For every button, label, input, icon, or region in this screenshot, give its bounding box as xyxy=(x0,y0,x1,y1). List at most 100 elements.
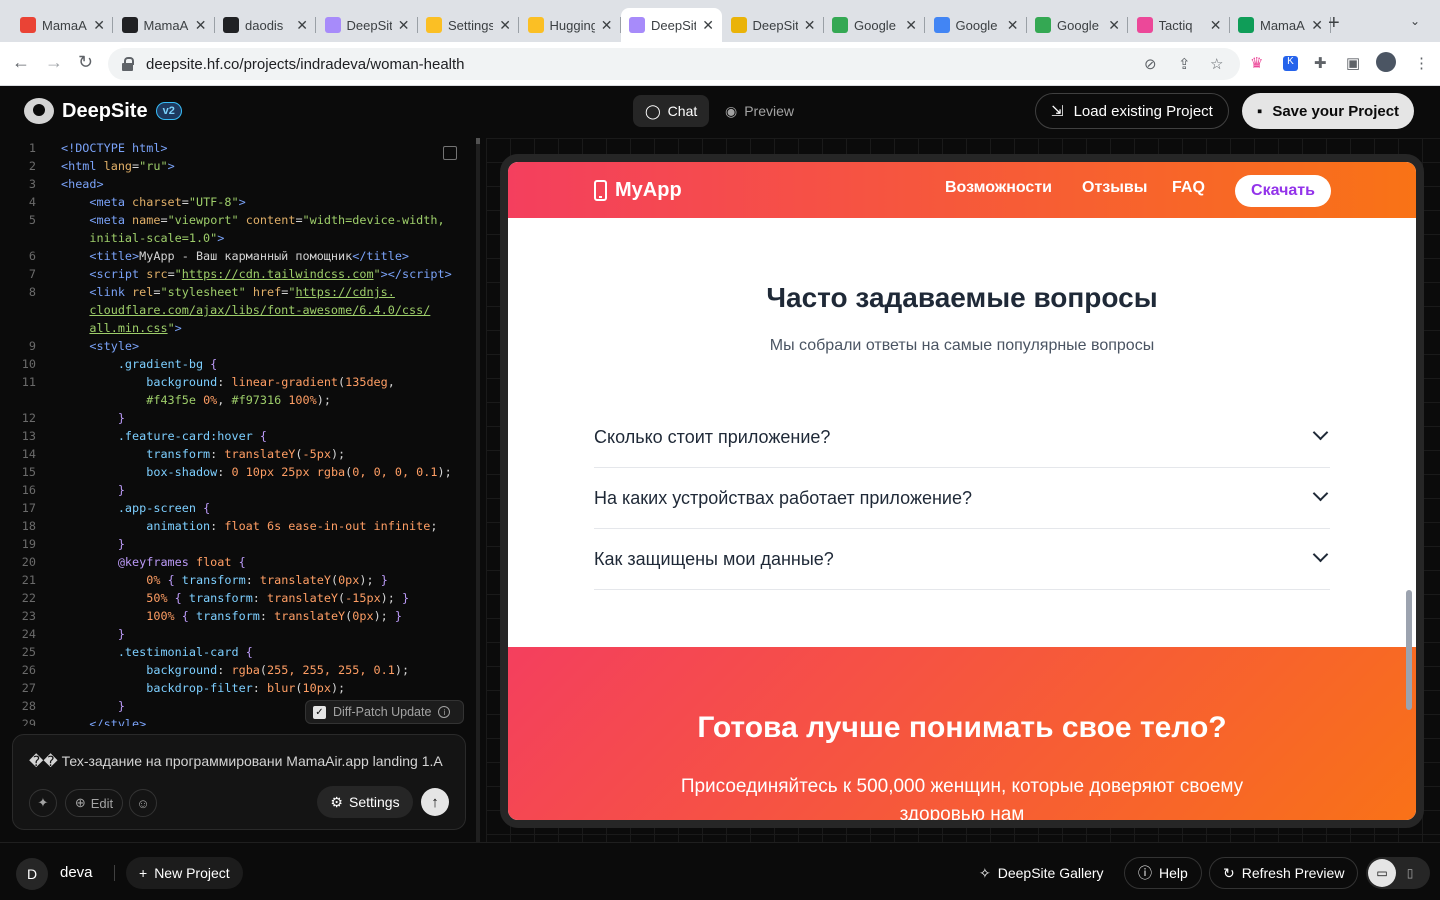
back-icon[interactable]: ← xyxy=(12,52,30,73)
code-line[interactable]: 25 .testimonial-card { xyxy=(0,643,253,661)
desktop-icon[interactable]: ▭ xyxy=(1368,859,1396,887)
refresh-preview-button[interactable]: ↻ Refresh Preview xyxy=(1209,857,1359,889)
browser-tab[interactable]: DeepSite ✕ xyxy=(317,8,418,42)
chat-tab[interactable]: ◯ Chat xyxy=(633,95,710,127)
browser-tab[interactable]: Google Meet ✕ xyxy=(824,8,925,42)
extensions-puzzle-icon[interactable]: ✚ xyxy=(1314,54,1327,72)
chrome-menu-icon[interactable]: ⋮ xyxy=(1414,54,1429,72)
close-icon[interactable]: ✕ xyxy=(499,17,511,34)
close-icon[interactable]: ✕ xyxy=(1311,17,1323,34)
preview-scrollbar[interactable] xyxy=(1406,590,1412,710)
browser-tab[interactable]: Tactiq ✕ xyxy=(1129,8,1230,42)
code-line[interactable]: 26 background: rgba(255, 255, 255, 0.1); xyxy=(0,661,409,679)
code-line[interactable]: 11 background: linear-gradient(135deg, xyxy=(0,373,395,391)
copy-icon[interactable] xyxy=(443,146,457,160)
code-line[interactable]: 18 animation: float 6s ease-in-out infin… xyxy=(0,517,438,535)
code-line[interactable]: 5 <meta name="viewport" content="width=d… xyxy=(0,211,445,229)
browser-tab[interactable]: MamaAir ✕ xyxy=(1230,8,1331,42)
faq-item[interactable]: На каких устройствах работает приложение… xyxy=(594,468,1330,529)
close-icon[interactable]: ✕ xyxy=(601,17,613,34)
browser-tab[interactable]: daodis ✕ xyxy=(215,8,316,42)
close-icon[interactable]: ✕ xyxy=(93,17,105,34)
faq-item[interactable]: Как защищены мои данные? xyxy=(594,529,1330,590)
nav-link-reviews[interactable]: Отзывы xyxy=(1082,179,1147,197)
preview-tab[interactable]: ◉ Preview xyxy=(713,95,806,127)
send-arrow-icon[interactable]: ↑ xyxy=(421,788,449,816)
bookmark-star-icon[interactable]: ☆ xyxy=(1210,55,1223,73)
k-extension-icon[interactable]: K xyxy=(1283,56,1298,71)
settings-button[interactable]: ⚙ Settings xyxy=(317,786,413,818)
tab-search-icon[interactable]: ⌄ xyxy=(1410,14,1420,28)
new-tab-button[interactable]: + xyxy=(1328,12,1340,35)
new-project-button[interactable]: + New Project xyxy=(126,857,243,889)
faq-item[interactable]: Сколько стоит приложение? xyxy=(594,407,1330,468)
code-line[interactable]: initial-scale=1.0"> xyxy=(0,229,224,247)
code-line[interactable]: 19 } xyxy=(0,535,125,553)
close-icon[interactable]: ✕ xyxy=(1210,17,1222,34)
redesign-icon[interactable]: ✦ xyxy=(29,789,57,817)
browser-tab[interactable]: Hugging Face ✕ xyxy=(520,8,621,42)
code-line[interactable]: 17 .app-screen { xyxy=(0,499,210,517)
save-project-button[interactable]: ▪ Save your Project xyxy=(1242,93,1415,129)
code-line[interactable]: 27 backdrop-filter: blur(10px); xyxy=(0,679,345,697)
tactiq-extension-icon[interactable]: ♛ xyxy=(1250,54,1263,72)
profile-avatar[interactable] xyxy=(1376,52,1396,72)
download-button[interactable]: Скачать xyxy=(1235,175,1331,207)
close-icon[interactable]: ✕ xyxy=(296,17,308,34)
checkbox-checked-icon[interactable]: ✓ xyxy=(313,705,326,719)
browser-tab[interactable]: Google Meet ✕ xyxy=(1027,8,1128,42)
code-line[interactable]: 12 } xyxy=(0,409,125,427)
chat-input[interactable]: �� Тех-задание на программировани MamaAi… xyxy=(29,753,451,770)
code-line[interactable]: 3 <head> xyxy=(0,175,104,193)
code-line[interactable]: 21 0% { transform: translateY(0px); } xyxy=(0,571,388,589)
forward-icon[interactable]: → xyxy=(45,52,63,73)
code-line[interactable]: #f43f5e 0%, #f97316 100%); xyxy=(0,391,331,409)
code-line[interactable]: cloudflare.com/ajax/libs/font-awesome/6.… xyxy=(0,301,430,319)
load-project-button[interactable]: ⇲ Load existing Project xyxy=(1035,93,1229,129)
code-line[interactable]: 6 <title>MyApp - Ваш карманный помощник<… xyxy=(0,247,409,265)
browser-tab[interactable]: MamaAir ✕ xyxy=(114,8,215,42)
close-icon[interactable]: ✕ xyxy=(804,17,816,34)
code-line[interactable]: 7 <script src="https://cdn.tailwindcss.c… xyxy=(0,265,452,283)
code-line[interactable]: 10 .gradient-bg { xyxy=(0,355,218,373)
code-line[interactable]: 8 <link rel="stylesheet" href="https://c… xyxy=(0,283,395,301)
close-icon[interactable]: ✕ xyxy=(905,17,917,34)
code-line[interactable]: 29 </style> xyxy=(0,715,146,726)
code-line[interactable]: 22 50% { transform: translateY(-15px); } xyxy=(0,589,409,607)
code-line[interactable]: 16 } xyxy=(0,481,125,499)
edit-button[interactable]: ⊕ Edit xyxy=(65,789,123,817)
add-user-icon[interactable]: ☺ xyxy=(129,789,157,817)
close-icon[interactable]: ✕ xyxy=(1108,17,1120,34)
diff-patch-toggle[interactable]: ✓ Diff-Patch Update i xyxy=(305,700,464,724)
nav-link-features[interactable]: Возможности xyxy=(945,179,1052,197)
close-icon[interactable]: ✕ xyxy=(1007,17,1019,34)
install-icon[interactable]: ⊘ xyxy=(1144,55,1157,73)
preview-frame[interactable]: MyApp Возможности Отзывы FAQ Скачать Час… xyxy=(500,154,1424,828)
code-line[interactable]: 4 <meta charset="UTF-8"> xyxy=(0,193,246,211)
code-editor[interactable]: 1 <!DOCTYPE html> 2 <html lang="ru"> 3 <head>… xyxy=(0,138,484,726)
deepsite-logo[interactable]: DeepSite v2 xyxy=(24,98,182,124)
code-line[interactable]: 28 } xyxy=(0,697,125,715)
help-button[interactable]: ⓘ Help xyxy=(1124,857,1202,889)
code-line[interactable]: 2 <html lang="ru"> xyxy=(0,157,175,175)
side-panel-icon[interactable]: ▣ xyxy=(1346,54,1360,72)
code-line[interactable]: 13 .feature-card:hover { xyxy=(0,427,267,445)
browser-tab[interactable]: Settings ✕ xyxy=(418,8,519,42)
browser-tab[interactable]: DeepSite ✕ xyxy=(723,8,824,42)
mobile-icon[interactable]: ▯ xyxy=(1396,859,1424,887)
user-avatar[interactable]: D xyxy=(16,858,48,890)
close-icon[interactable]: ✕ xyxy=(398,17,410,34)
gallery-button[interactable]: ✧ DeepSite Gallery xyxy=(966,857,1117,889)
browser-tab[interactable]: Google Calendar ✕ xyxy=(926,8,1027,42)
editor-scrollbar[interactable] xyxy=(476,138,480,842)
share-icon[interactable]: ⇪ xyxy=(1178,55,1191,73)
code-line[interactable]: 9 <style> xyxy=(0,337,139,355)
browser-tab[interactable]: MamaAir ✕ xyxy=(12,8,113,42)
code-line[interactable]: 14 transform: translateY(-5px); xyxy=(0,445,345,463)
reload-icon[interactable]: ↻ xyxy=(78,52,93,73)
code-line[interactable]: all.min.css"> xyxy=(0,319,181,337)
nav-link-faq[interactable]: FAQ xyxy=(1172,179,1205,197)
close-icon[interactable]: ✕ xyxy=(702,17,714,34)
address-bar[interactable]: deepsite.hf.co/projects/indradeva/woman-… xyxy=(108,48,1240,80)
info-icon[interactable]: i xyxy=(438,706,451,718)
